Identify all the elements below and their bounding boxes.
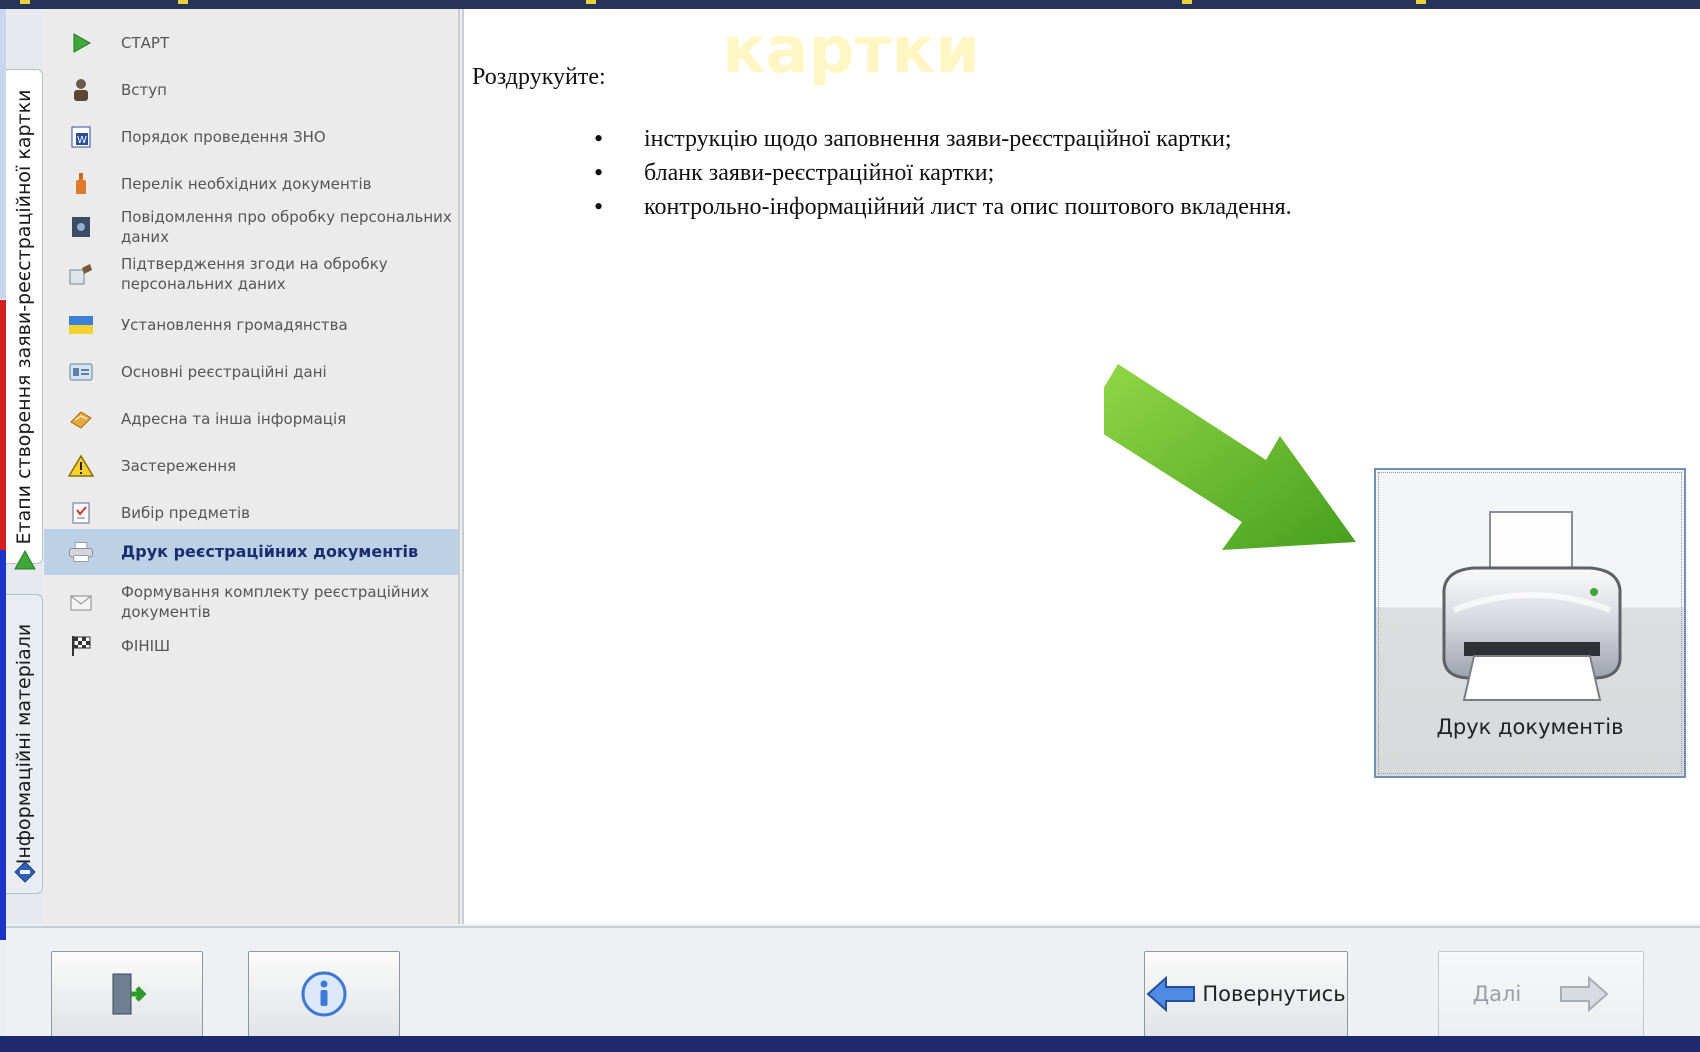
footer-bar: Повернутись Далі — [6, 926, 1700, 1052]
sidebar-item-label: Вступ — [121, 81, 167, 99]
print-list: інструкцію щодо заповнення заяви-реєстра… — [594, 122, 1292, 224]
sidebar-item-warnings[interactable]: Застереження — [44, 447, 458, 485]
next-label: Далі — [1472, 982, 1522, 1006]
sidebar-item-print-docs[interactable]: Друк реєстраційних документів — [44, 529, 458, 575]
sidebar-item-label: Формування комплекту реєстраційних докум… — [121, 583, 430, 621]
stages-sidebar: СТАРТ Вступ W Порядок проведення ЗНО Пер… — [44, 9, 460, 924]
list-item: інструкцію щодо заповнення заяви-реєстра… — [594, 122, 1292, 156]
word-document-icon: W — [68, 124, 94, 150]
content-panel: картки Роздрукуйте: інструкцію щодо запо… — [462, 9, 1700, 924]
sidebar-item-data-processing-notice[interactable]: Повідомлення про обробку персональних да… — [44, 205, 458, 249]
printer-icon — [1442, 511, 1622, 701]
bottle-icon — [68, 171, 94, 197]
sidebar-item-exam-order[interactable]: W Порядок проведення ЗНО — [44, 118, 458, 156]
green-arrow-icon — [1104, 364, 1356, 550]
next-button[interactable]: Далі — [1438, 951, 1644, 1037]
sidebar-item-finish[interactable]: ФІНІШ — [44, 627, 458, 665]
sidebar-item-start[interactable]: СТАРТ — [44, 24, 458, 62]
sidebar-item-citizenship[interactable]: Установлення громадянства — [44, 306, 458, 344]
sidebar-item-subjects[interactable]: Вибір предметів — [44, 494, 458, 532]
sidebar-item-label: Підтвердження згоди на обробку персональ… — [121, 255, 388, 293]
print-documents-label: Друк документів — [1436, 715, 1624, 739]
info-icon — [301, 971, 347, 1017]
sidebar-item-label: СТАРТ — [121, 34, 170, 52]
tab-stages-label: Етапи створення заяви-реєстраційної карт… — [13, 89, 35, 544]
sidebar-item-label: Установлення громадянства — [121, 316, 348, 334]
diamond-icon — [14, 861, 36, 883]
next-arrow-icon — [1560, 976, 1609, 1012]
print-documents-button[interactable]: Друк документів — [1374, 468, 1686, 778]
sidebar-item-label: Друк реєстраційних документів — [121, 542, 419, 561]
sidebar-item-address[interactable]: Адресна та інша інформація — [44, 400, 458, 438]
id-card-icon — [68, 359, 94, 385]
svg-text:W: W — [77, 135, 87, 146]
sidebar-item-label: Вибір предметів — [121, 504, 250, 522]
sidebar-item-label: Повідомлення про обробку персональних да… — [121, 208, 452, 246]
warning-icon — [68, 453, 94, 479]
sidebar-item-label: ФІНІШ — [121, 637, 171, 655]
sidebar-item-label: Порядок проведення ЗНО — [121, 128, 326, 146]
tab-info-materials[interactable]: Інформаційні матеріали — [6, 594, 43, 894]
stamp-icon — [68, 261, 94, 287]
back-label: Повернутись — [1202, 982, 1346, 1006]
envelope-icon — [68, 589, 94, 615]
vertical-tab-bar: Етапи створення заяви-реєстраційної карт… — [6, 9, 43, 924]
sidebar-item-package[interactable]: Формування комплекту реєстраційних докум… — [44, 580, 458, 624]
print-instruction-lead: Роздрукуйте: — [472, 64, 606, 90]
triangle-icon — [14, 549, 36, 570]
sidebar-item-label: Застереження — [121, 457, 237, 475]
printer-icon — [68, 539, 94, 565]
checklist-icon — [68, 500, 94, 526]
tab-info-label: Інформаційні матеріали — [13, 623, 35, 865]
sidebar-item-documents-list[interactable]: Перелік необхідних документів — [44, 165, 458, 203]
bottom-strip — [0, 1036, 1700, 1052]
sidebar-item-consent[interactable]: Підтвердження згоди на обробку персональ… — [44, 252, 458, 296]
exit-door-icon — [112, 973, 147, 1015]
finish-flag-icon — [68, 633, 94, 659]
tab-stages[interactable]: Етапи створення заяви-реєстраційної карт… — [6, 69, 43, 564]
exit-button[interactable] — [51, 951, 203, 1037]
back-arrow-icon — [1146, 976, 1196, 1012]
sidebar-item-label: Основні реєстраційні дані — [121, 363, 327, 381]
safe-icon — [68, 214, 94, 240]
ukraine-flag-icon — [68, 312, 94, 338]
list-item: бланк заяви-реєстраційної картки; — [594, 156, 1292, 190]
watermark-text: картки — [722, 14, 980, 88]
sidebar-item-main-data[interactable]: Основні реєстраційні дані — [44, 353, 458, 391]
list-item: контрольно-інформаційний лист та опис по… — [594, 190, 1292, 224]
sidebar-item-label: Перелік необхідних документів — [121, 175, 372, 193]
person-icon — [68, 77, 94, 103]
play-icon — [68, 30, 94, 56]
back-button[interactable]: Повернутись — [1144, 951, 1348, 1037]
address-book-icon — [68, 406, 94, 432]
info-button[interactable] — [248, 951, 400, 1037]
sidebar-item-intro[interactable]: Вступ — [44, 71, 458, 109]
sidebar-item-label: Адресна та інша інформація — [121, 410, 347, 428]
top-strip — [0, 0, 1700, 9]
